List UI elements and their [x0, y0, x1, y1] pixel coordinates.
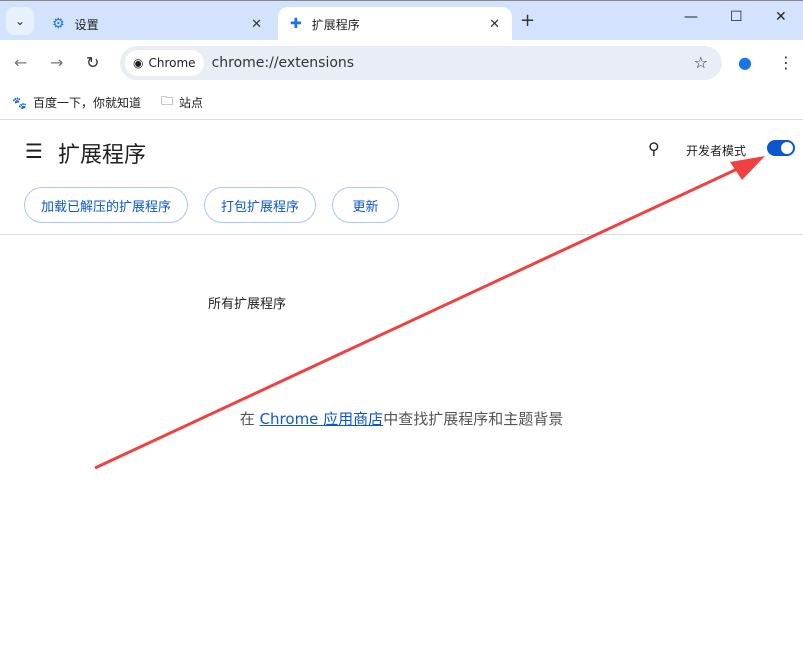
arrow-line [94, 162, 749, 470]
annotation-arrow [94, 156, 765, 470]
arrow-head [730, 156, 765, 180]
